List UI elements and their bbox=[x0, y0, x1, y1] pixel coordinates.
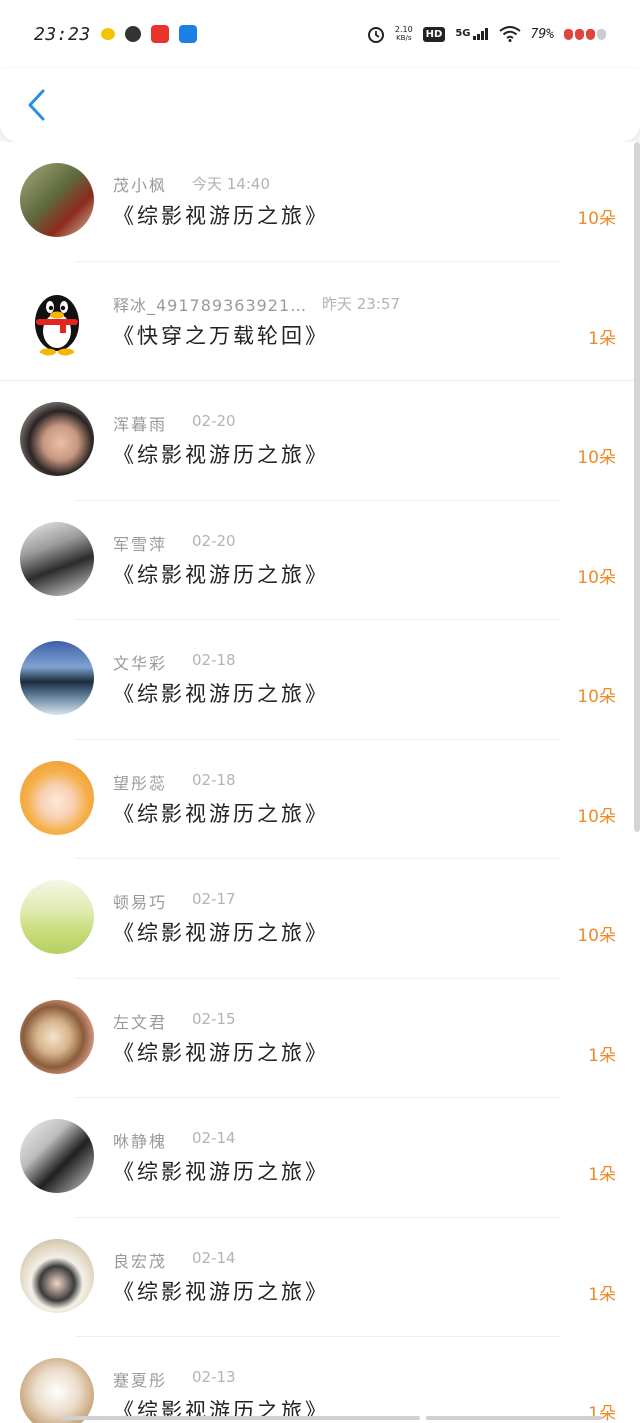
status-left: 23:23 bbox=[34, 24, 197, 45]
flower-count: 1朵 bbox=[588, 1165, 616, 1185]
status-right: 2.10 KB/s HD 5G 79% bbox=[367, 25, 606, 43]
sender-name: 望彤蕊 bbox=[113, 773, 168, 793]
sent-time: 昨天 23:57 bbox=[322, 294, 400, 313]
list-item[interactable]: 释冰_491789363921… 昨天 23:57 《快穿之万载轮回》 1朵 bbox=[0, 262, 640, 381]
avatar bbox=[20, 402, 94, 476]
list-item[interactable]: 望彤蕊 02-18 《综影视游历之旅》 10朵 bbox=[0, 740, 640, 859]
list-item[interactable]: 浑暮雨 02-20 《综影视游历之旅》 10朵 bbox=[0, 381, 640, 501]
flower-count: 1朵 bbox=[588, 1045, 616, 1066]
sender-name: 浑暮雨 bbox=[113, 415, 168, 434]
flower-count: 10朵 bbox=[577, 567, 616, 588]
book-title: 《综影视游历之旅》 bbox=[113, 443, 329, 467]
avatar bbox=[20, 1238, 94, 1313]
list-item[interactable]: 文华彩 02-18 《综影视游历之旅》 10朵 bbox=[0, 620, 640, 740]
sent-time: 02-14 bbox=[192, 1248, 236, 1267]
sender-name: 顿易巧 bbox=[113, 893, 168, 912]
book-title: 《快穿之万载轮回》 bbox=[113, 323, 329, 348]
back-button[interactable] bbox=[18, 86, 54, 124]
net-speed-unit: KB/s bbox=[396, 34, 412, 42]
battery-icon bbox=[564, 28, 606, 40]
list-item[interactable]: 顿易巧 02-17 《综影视游历之旅》 10朵 bbox=[0, 859, 640, 979]
flower-count: 1朵 bbox=[588, 328, 616, 349]
listen-app-icon bbox=[150, 25, 169, 43]
status-time: 23:23 bbox=[34, 23, 91, 45]
list-item[interactable]: 咻静槐 02-14 《综影视游历之旅》 1朵 bbox=[0, 1098, 640, 1218]
scrollbar[interactable] bbox=[634, 142, 640, 832]
home-indicator-secondary bbox=[426, 1416, 602, 1420]
sent-time: 02-18 bbox=[192, 651, 236, 669]
book-title: 《综影视游历之旅》 bbox=[113, 1279, 329, 1304]
sender-name: 茂小枫 bbox=[113, 176, 168, 195]
book-title: 《综影视游历之旅》 bbox=[113, 204, 329, 228]
chevron-left-icon bbox=[28, 89, 45, 121]
network-type: 5G bbox=[455, 28, 471, 39]
list-item[interactable]: 左文君 02-15 《综影视游历之旅》 1朵 bbox=[0, 979, 640, 1098]
leaf-app-icon bbox=[124, 26, 141, 42]
net-speed: 2.10 KB/s bbox=[395, 25, 413, 43]
battery-percent: 79% bbox=[530, 26, 554, 42]
sender-name: 良宏茂 bbox=[113, 1251, 168, 1271]
alipay-icon bbox=[178, 25, 197, 43]
list-item[interactable]: 蹇夏彤 02-13 《综影视游历之旅》 1朵 bbox=[0, 1337, 640, 1423]
sent-time: 02-20 bbox=[192, 531, 236, 550]
book-title: 《综影视游历之旅》 bbox=[113, 682, 329, 706]
avatar bbox=[20, 880, 94, 954]
book-title: 《综影视游历之旅》 bbox=[113, 562, 329, 587]
sender-name: 释冰_491789363921… bbox=[113, 295, 308, 315]
book-title: 《综影视游历之旅》 bbox=[113, 1040, 329, 1065]
sender-name: 左文君 bbox=[113, 1012, 168, 1032]
sent-time: 02-14 bbox=[192, 1129, 236, 1147]
gift-list[interactable]: 茂小枫 今天 14:40 《综影视游历之旅》 10朵 释冰_4917893639… bbox=[0, 142, 640, 1423]
sent-time: 今天 14:40 bbox=[192, 175, 270, 193]
avatar bbox=[20, 760, 94, 835]
sent-time: 02-17 bbox=[192, 890, 236, 908]
book-title: 《综影视游历之旅》 bbox=[113, 801, 329, 826]
avatar bbox=[20, 163, 94, 237]
book-title: 《综影视游历之旅》 bbox=[113, 921, 329, 945]
signal-icon bbox=[472, 28, 488, 40]
qq-penguin-avatar bbox=[20, 282, 94, 357]
sent-time: 02-18 bbox=[192, 770, 236, 789]
status-bar: 23:23 2.10 KB/s HD 5G 79% bbox=[0, 0, 640, 68]
hd-badge: HD bbox=[422, 26, 446, 42]
signal-group: 5G bbox=[455, 28, 488, 40]
net-speed-value: 2.10 bbox=[394, 25, 413, 34]
alarm-icon bbox=[367, 27, 384, 43]
list-item[interactable]: 良宏茂 02-14 《综影视游历之旅》 1朵 bbox=[0, 1218, 640, 1337]
header bbox=[0, 68, 640, 142]
sent-time: 02-20 bbox=[192, 412, 236, 430]
flower-count: 10朵 bbox=[577, 926, 616, 946]
book-title: 《综影视游历之旅》 bbox=[113, 1160, 329, 1184]
avatar bbox=[20, 521, 94, 596]
flower-count: 10朵 bbox=[577, 448, 616, 468]
avatar bbox=[20, 999, 94, 1074]
sent-time: 02-15 bbox=[192, 1009, 236, 1028]
sender-name: 文华彩 bbox=[113, 654, 168, 673]
flower-count: 10朵 bbox=[577, 687, 616, 707]
list-item[interactable]: 军雪萍 02-20 《综影视游历之旅》 10朵 bbox=[0, 501, 640, 620]
wifi-icon bbox=[498, 26, 521, 42]
sent-time: 02-13 bbox=[192, 1368, 236, 1386]
sender-name: 蹇夏彤 bbox=[113, 1371, 168, 1390]
chat-bubble-icon bbox=[100, 28, 115, 40]
sender-name: 军雪萍 bbox=[113, 534, 168, 554]
home-indicator bbox=[60, 1416, 420, 1420]
list-item[interactable]: 茂小枫 今天 14:40 《综影视游历之旅》 10朵 bbox=[0, 142, 640, 262]
flower-count: 1朵 bbox=[588, 1284, 616, 1305]
avatar bbox=[20, 1358, 94, 1423]
flower-count: 10朵 bbox=[577, 806, 616, 827]
flower-count: 10朵 bbox=[577, 209, 616, 229]
avatar bbox=[20, 1119, 94, 1193]
avatar bbox=[20, 641, 94, 715]
sender-name: 咻静槐 bbox=[113, 1132, 168, 1151]
